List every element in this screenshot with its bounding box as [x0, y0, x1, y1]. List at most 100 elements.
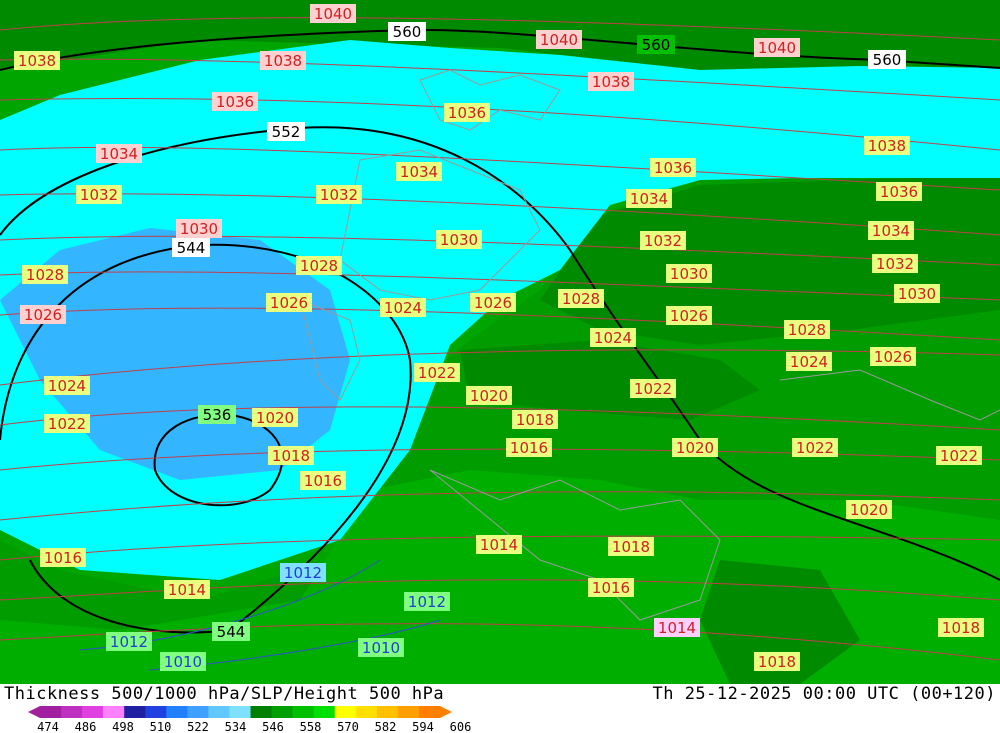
pressure-label: 1036	[444, 103, 490, 122]
pressure-label: 1022	[792, 438, 838, 457]
colorbar-swatch	[229, 706, 252, 718]
pressure-label: 1018	[268, 446, 314, 465]
svg-text:1014: 1014	[480, 536, 518, 554]
pressure-label: 1016	[588, 578, 634, 597]
colorbar-swatch	[397, 706, 420, 718]
pressure-label: 1014	[476, 535, 522, 554]
svg-text:1020: 1020	[470, 387, 508, 405]
pressure-label: 1024	[44, 376, 90, 395]
pressure-label: 1026	[870, 347, 916, 366]
pressure-label: 1028	[784, 320, 830, 339]
colorbar-swatch	[82, 706, 104, 718]
pressure-label: 1020	[466, 386, 512, 405]
colorbar-swatch	[208, 706, 230, 718]
pressure-label: 1018	[608, 537, 654, 556]
colorbar-swatch	[40, 706, 62, 718]
colorbar-swatch	[355, 706, 378, 718]
pressure-label: 1022	[630, 379, 676, 398]
pressure-label: 1034	[626, 189, 672, 208]
colorbar-swatch	[103, 706, 125, 718]
colorbar-swatch	[271, 706, 294, 718]
svg-text:1030: 1030	[180, 220, 218, 238]
pressure-label: 1020	[672, 438, 718, 457]
svg-text:1030: 1030	[440, 231, 478, 249]
pressure-label: 1020	[252, 408, 298, 427]
pressure-label: 1032	[316, 185, 362, 204]
pressure-label: 1020	[846, 500, 892, 519]
svg-text:1022: 1022	[796, 439, 834, 457]
colorbar-arrow-left	[28, 706, 40, 718]
pressure-label: 1032	[76, 185, 122, 204]
svg-text:1016: 1016	[44, 549, 82, 567]
pressure-label: 1016	[40, 548, 86, 567]
height-label: 544	[177, 239, 206, 257]
pressure-label: 1030	[666, 264, 712, 283]
svg-text:1024: 1024	[790, 353, 828, 371]
svg-text:1032: 1032	[876, 255, 914, 273]
colorbar-tick-label: 534	[225, 720, 247, 733]
colorbar-tick-label: 474	[37, 720, 59, 733]
pressure-label: 1028	[22, 265, 68, 284]
height-label: 544	[217, 623, 246, 641]
height-label: 536	[203, 406, 232, 424]
svg-text:1034: 1034	[400, 163, 438, 181]
pressure-label: 1026	[470, 293, 516, 312]
svg-text:1026: 1026	[474, 294, 512, 312]
svg-text:1038: 1038	[264, 52, 302, 70]
pressure-label: 1030	[436, 230, 482, 249]
colorbar-tick-label: 594	[412, 720, 434, 733]
svg-text:1038: 1038	[592, 73, 630, 91]
svg-text:1028: 1028	[300, 257, 338, 275]
svg-text:1016: 1016	[510, 439, 548, 457]
svg-text:1024: 1024	[48, 377, 86, 395]
svg-text:1038: 1038	[868, 137, 906, 155]
pressure-label: 1038	[260, 51, 306, 70]
svg-text:1034: 1034	[872, 222, 910, 240]
colorbar-arrow-right	[440, 706, 452, 718]
pressure-label: 1032	[640, 231, 686, 250]
colorbar-swatch	[292, 706, 315, 718]
svg-text:1032: 1032	[80, 186, 118, 204]
pressure-label: 1028	[558, 289, 604, 308]
valid-time: Th 25-12-2025 00:00 UTC (00+120)	[652, 684, 996, 704]
svg-text:1034: 1034	[630, 190, 668, 208]
svg-text:1036: 1036	[654, 159, 692, 177]
height-label: 560	[873, 51, 902, 69]
pressure-label: 1012	[106, 632, 152, 651]
pressure-label: 1014	[654, 618, 700, 637]
svg-text:1024: 1024	[384, 299, 422, 317]
pressure-label: 1034	[96, 144, 142, 163]
pressure-label: 1016	[506, 438, 552, 457]
pressure-label: 1026	[666, 306, 712, 325]
colorbar-ticks: 474 486 498 510 522 534 546 558 570 582 594 606	[37, 720, 471, 733]
colorbar-tick-label: 522	[187, 720, 209, 733]
map-title: Thickness 500/1000 hPa/SLP/Height 500 hP…	[4, 684, 445, 704]
colorbar-swatch	[376, 706, 399, 718]
colorbar-swatch	[418, 706, 441, 718]
pressure-label: 1024	[380, 298, 426, 317]
colorbar-swatch	[334, 706, 357, 718]
svg-text:1040: 1040	[758, 39, 796, 57]
svg-text:1010: 1010	[362, 639, 400, 657]
svg-text:1022: 1022	[634, 380, 672, 398]
svg-text:1026: 1026	[24, 306, 62, 324]
colorbar-tick-label: 510	[150, 720, 172, 733]
colorbar-swatch	[124, 706, 146, 718]
pressure-label: 1012	[404, 592, 450, 611]
pressure-label: 1032	[872, 254, 918, 273]
pressure-label: 1038	[588, 72, 634, 91]
colorbar-tick-label: 498	[112, 720, 134, 733]
pressure-label: 1018	[512, 410, 558, 429]
colorbar-tick-label: 486	[75, 720, 97, 733]
colorbar-tick-label: 558	[300, 720, 322, 733]
svg-text:1012: 1012	[284, 564, 322, 582]
svg-text:1018: 1018	[272, 447, 310, 465]
svg-text:1036: 1036	[880, 183, 918, 201]
colorbar-tick-label: 546	[262, 720, 284, 733]
height-label: 560	[642, 36, 671, 54]
pressure-label: 1026	[20, 305, 66, 324]
colorbar-tick-label: 582	[375, 720, 397, 733]
svg-text:1030: 1030	[670, 265, 708, 283]
colorbar-swatches	[28, 706, 452, 718]
pressure-label: 1012	[280, 563, 326, 582]
